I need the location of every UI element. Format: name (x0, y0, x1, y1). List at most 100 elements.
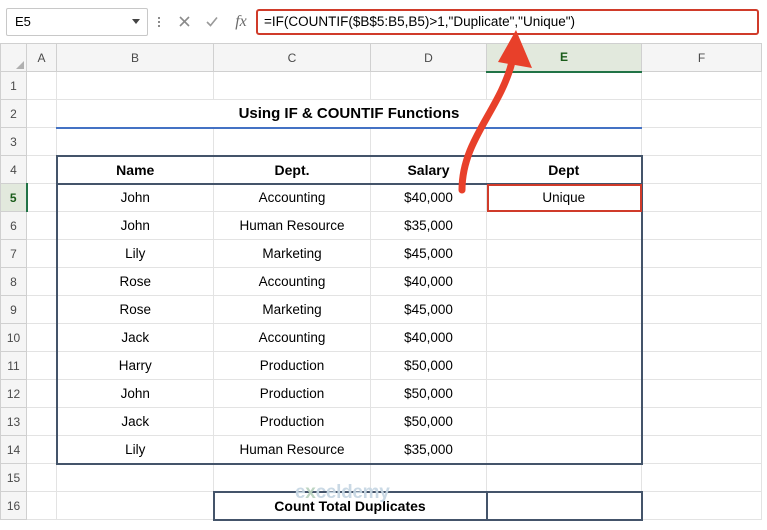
row-header-11[interactable]: 11 (0, 351, 27, 380)
row-header-8[interactable]: 8 (0, 267, 27, 296)
column-title-salary[interactable]: Salary (370, 154, 487, 185)
cell-d1[interactable] (370, 71, 487, 100)
cell-a10[interactable] (26, 323, 57, 352)
cell-c14[interactable]: Human Resource (213, 435, 371, 465)
column-title-name[interactable]: Name (55, 154, 214, 185)
column-header-b[interactable]: B (56, 43, 214, 72)
cell-b13[interactable]: Jack (55, 407, 214, 436)
cell-c13[interactable]: Production (213, 407, 371, 436)
column-header-c[interactable]: C (213, 43, 371, 72)
cell-d15[interactable] (370, 463, 487, 492)
fx-icon[interactable]: fx (226, 9, 256, 35)
cell-a5[interactable] (26, 183, 57, 212)
cell-e10[interactable] (486, 323, 643, 352)
cell-f7[interactable] (641, 239, 762, 268)
cell-b11[interactable]: Harry (55, 351, 214, 380)
spreadsheet-grid[interactable]: A B C D E F 1 2 Using IF & COUNTIF Funct… (0, 43, 767, 530)
column-header-d[interactable]: D (370, 43, 487, 72)
cell-a4[interactable] (26, 155, 57, 184)
cell-b16[interactable] (56, 491, 214, 520)
cell-f4[interactable] (641, 155, 762, 184)
row-header-10[interactable]: 10 (0, 323, 27, 352)
cell-f6[interactable] (641, 211, 762, 240)
row-header-9[interactable]: 9 (0, 295, 27, 324)
select-all-corner[interactable] (0, 43, 27, 72)
cell-b7[interactable]: Lily (55, 239, 214, 268)
cell-b5[interactable]: John (55, 183, 214, 212)
cell-d10[interactable]: $40,000 (370, 323, 487, 352)
cell-b12[interactable]: John (55, 379, 214, 408)
cell-d8[interactable]: $40,000 (370, 267, 487, 296)
cell-e14[interactable] (486, 435, 643, 465)
cell-a16[interactable] (26, 491, 57, 520)
cell-b10[interactable]: Jack (55, 323, 214, 352)
cell-b8[interactable]: Rose (55, 267, 214, 296)
cell-f1[interactable] (641, 71, 762, 100)
cell-f10[interactable] (641, 323, 762, 352)
cell-e3[interactable] (486, 127, 642, 156)
cell-a3[interactable] (26, 127, 57, 156)
cell-a14[interactable] (26, 435, 57, 464)
cell-d6[interactable]: $35,000 (370, 211, 487, 240)
cell-b15[interactable] (56, 463, 214, 492)
row-header-3[interactable]: 3 (0, 127, 27, 156)
cell-c1[interactable] (213, 71, 371, 100)
row-header-5[interactable]: 5 (0, 183, 28, 212)
cell-a12[interactable] (26, 379, 57, 408)
cell-d14[interactable]: $35,000 (370, 435, 487, 465)
cell-b6[interactable]: John (55, 211, 214, 240)
cell-d11[interactable]: $50,000 (370, 351, 487, 380)
cell-e8[interactable] (486, 267, 643, 296)
cell-f14[interactable] (641, 435, 762, 464)
cell-e9[interactable] (486, 295, 643, 324)
column-header-e[interactable]: E (486, 43, 642, 73)
cell-d7[interactable]: $45,000 (370, 239, 487, 268)
cell-e11[interactable] (486, 351, 643, 380)
cell-f15[interactable] (641, 463, 762, 492)
confirm-icon[interactable] (198, 9, 226, 35)
cell-b1[interactable] (56, 71, 214, 100)
cell-e7[interactable] (486, 239, 643, 268)
row-header-4[interactable]: 4 (0, 155, 27, 184)
cell-e1[interactable] (486, 71, 642, 100)
row-header-15[interactable]: 15 (0, 463, 27, 492)
cell-c7[interactable]: Marketing (213, 239, 371, 268)
cell-d12[interactable]: $50,000 (370, 379, 487, 408)
cell-e6[interactable] (486, 211, 643, 240)
cell-f2[interactable] (641, 99, 762, 128)
cell-a6[interactable] (26, 211, 57, 240)
row-header-7[interactable]: 7 (0, 239, 27, 268)
cell-d13[interactable]: $50,000 (370, 407, 487, 436)
cell-c6[interactable]: Human Resource (213, 211, 371, 240)
row-header-2[interactable]: 2 (0, 99, 27, 128)
cell-c5[interactable]: Accounting (213, 183, 371, 212)
row-header-14[interactable]: 14 (0, 435, 27, 464)
cell-e13[interactable] (486, 407, 643, 436)
cell-f9[interactable] (641, 295, 762, 324)
column-title-dept[interactable]: Dept. (213, 154, 371, 185)
cell-c15[interactable] (213, 463, 371, 492)
cell-a2[interactable] (26, 99, 57, 128)
row-header-16[interactable]: 16 (0, 491, 27, 520)
cell-b14[interactable]: Lily (55, 435, 214, 465)
cell-f13[interactable] (641, 407, 762, 436)
cell-a1[interactable] (26, 71, 57, 100)
cell-c8[interactable]: Accounting (213, 267, 371, 296)
cell-a8[interactable] (26, 267, 57, 296)
cell-e12[interactable] (486, 379, 643, 408)
row-header-1[interactable]: 1 (0, 71, 27, 100)
row-header-12[interactable]: 12 (0, 379, 27, 408)
name-box[interactable]: E5 (6, 7, 148, 36)
row-header-6[interactable]: 6 (0, 211, 27, 240)
cell-e5[interactable]: Unique (486, 183, 643, 212)
cell-f12[interactable] (641, 379, 762, 408)
column-header-a[interactable]: A (26, 43, 57, 72)
cell-a13[interactable] (26, 407, 57, 436)
cell-c9[interactable]: Marketing (213, 295, 371, 324)
column-title-dept-result[interactable]: Dept (486, 154, 643, 185)
cell-e15[interactable] (486, 463, 642, 492)
cell-d3[interactable] (370, 127, 487, 156)
cell-c3[interactable] (213, 127, 371, 156)
cancel-icon[interactable] (170, 9, 198, 35)
cell-c11[interactable]: Production (213, 351, 371, 380)
